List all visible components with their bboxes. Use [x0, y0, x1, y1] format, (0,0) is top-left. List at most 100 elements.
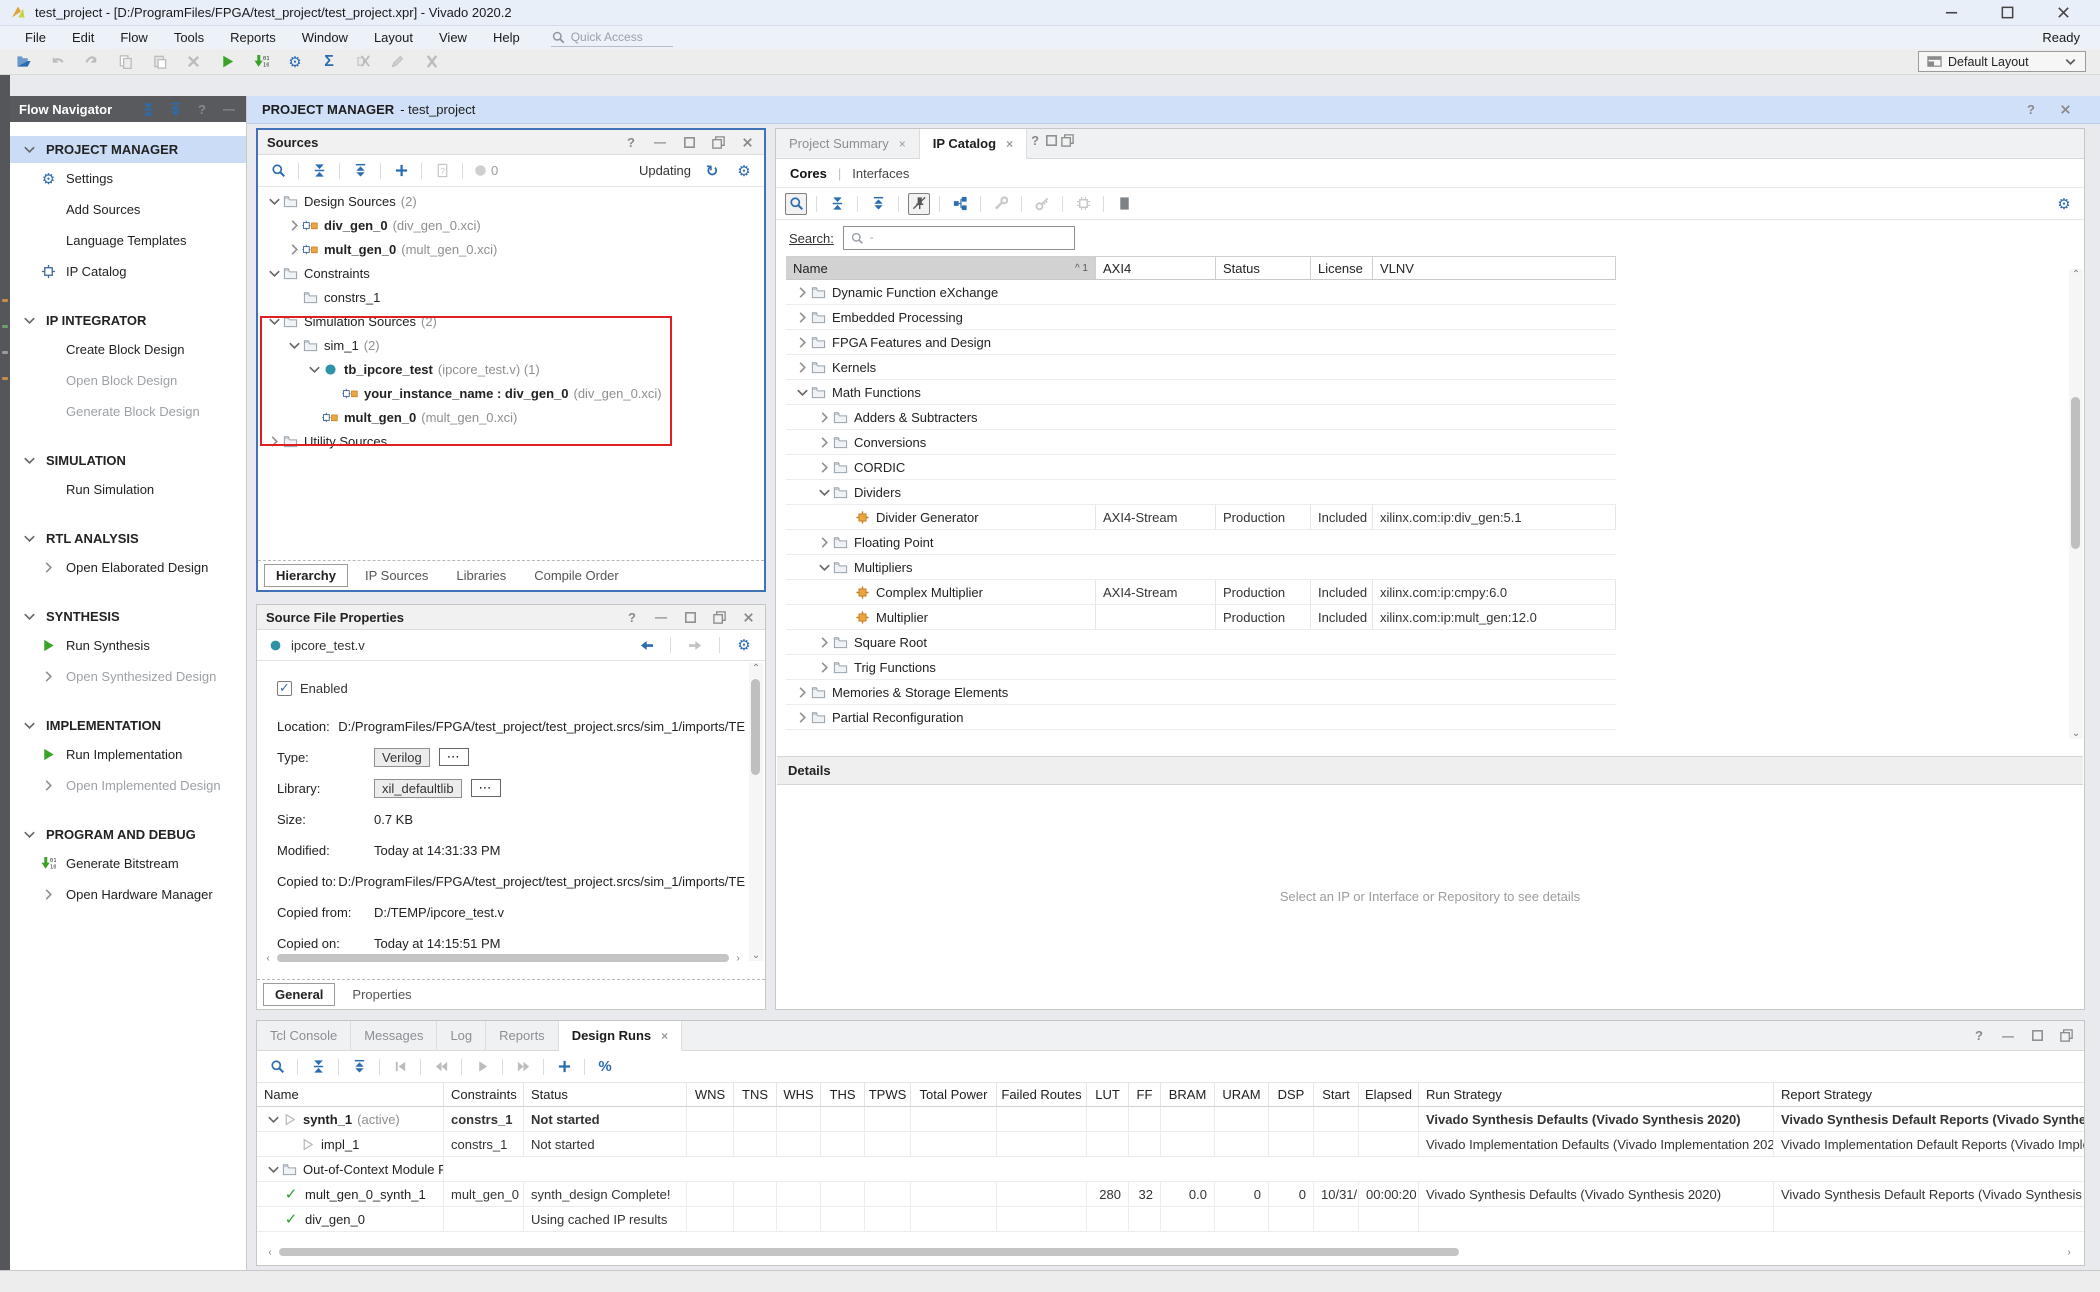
sources-maximize-button[interactable]	[681, 131, 697, 153]
ip-row[interactable]: Partial Reconfiguration	[786, 705, 1616, 730]
sfp-close-button[interactable]	[740, 606, 756, 628]
tree-item[interactable]: sim_1(2)	[258, 333, 764, 357]
ip-hierarchy-button[interactable]	[949, 193, 971, 215]
ip-key-button[interactable]	[1031, 193, 1053, 215]
tab-hierarchy[interactable]: Hierarchy	[264, 564, 348, 587]
flow-item-generate-block-design[interactable]: Generate Block Design	[10, 396, 246, 427]
flow-section-project-manager[interactable]: PROJECT MANAGER	[10, 136, 246, 163]
win-min-button[interactable]	[1940, 2, 1962, 24]
runs-expand-button[interactable]	[348, 1056, 370, 1078]
ip-row[interactable]: MultiplierProductionIncludedxilinx.com:i…	[786, 605, 1616, 630]
flow-item-open-synthesized-design[interactable]: Open Synthesized Design	[10, 661, 246, 692]
subtab-interfaces[interactable]: Interfaces	[852, 166, 909, 181]
gear-button[interactable]: ⚙	[284, 51, 306, 73]
flow-section-program-and-debug[interactable]: PROGRAM AND DEBUG	[10, 821, 246, 848]
menu-window[interactable]: Window	[289, 30, 361, 45]
ip-row[interactable]: Square Root	[786, 630, 1616, 655]
minimized-panel-strip[interactable]	[0, 75, 10, 1270]
paste-button[interactable]	[148, 51, 170, 73]
ip-row[interactable]: Dynamic Function eXchange	[786, 280, 1616, 305]
ip-row[interactable]: Divider GeneratorAXI4-StreamProductionIn…	[786, 505, 1616, 530]
flow-item-add-sources[interactable]: Add Sources	[10, 194, 246, 225]
tab-properties[interactable]: Properties	[341, 984, 422, 1005]
sources-float-button[interactable]	[710, 131, 726, 153]
flow-item-run-synthesis[interactable]: Run Synthesis	[10, 630, 246, 661]
sfp-settings-button[interactable]: ⚙	[733, 634, 755, 656]
menu-view[interactable]: View	[426, 30, 480, 45]
ip-settings-button[interactable]: ⚙	[2053, 193, 2075, 215]
runs-row[interactable]: ✓div_gen_0Using cached IP results	[257, 1207, 2084, 1232]
browse-button[interactable]: ⋯	[471, 779, 501, 797]
column-header-failed_routes[interactable]: Failed Routes	[997, 1083, 1087, 1106]
column-header-license[interactable]: License	[1311, 257, 1373, 279]
column-header-tns[interactable]: TNS	[734, 1083, 777, 1106]
column-header-ff[interactable]: FF	[1129, 1083, 1161, 1106]
runs-percent-button[interactable]: %	[594, 1056, 616, 1078]
pencil-button[interactable]	[386, 51, 408, 73]
column-header-report_strategy[interactable]: Report Strategy	[1774, 1083, 2084, 1106]
tab-ip-catalog[interactable]: IP Catalog×	[920, 129, 1027, 159]
ip-row[interactable]: Trig Functions	[786, 655, 1616, 680]
sources-settings-button[interactable]: ⚙	[733, 160, 755, 182]
tree-item[interactable]: constrs_1	[258, 285, 764, 309]
tab-close-icon[interactable]: ×	[1006, 137, 1013, 151]
column-header-uram[interactable]: URAM	[1215, 1083, 1269, 1106]
tab-reports[interactable]: Reports	[486, 1021, 559, 1050]
forward-button[interactable]	[684, 634, 706, 656]
ip-row[interactable]: Complex MultiplierAXI4-StreamProductionI…	[786, 580, 1616, 605]
tree-item[interactable]: Constraints	[258, 261, 764, 285]
tree-item[interactable]: Design Sources(2)	[258, 189, 764, 213]
runs-horizontal-scrollbar[interactable]: ‹ ›	[263, 1245, 2076, 1259]
open-project-button[interactable]	[12, 51, 34, 73]
tree-item[interactable]: Utility Sources	[258, 429, 764, 453]
sources-help-button[interactable]: ?	[623, 131, 639, 153]
delete-x-button[interactable]	[182, 51, 204, 73]
menu-reports[interactable]: Reports	[217, 30, 289, 45]
runs-row[interactable]: Out-of-Context Module Runs	[257, 1157, 2084, 1182]
enabled-checkbox[interactable]: ✓	[277, 681, 292, 696]
column-header-name[interactable]: Name	[257, 1083, 444, 1106]
tree-item[interactable]: your_instance_name : div_gen_0(div_gen_0…	[258, 381, 764, 405]
ip-row[interactable]: CORDIC	[786, 455, 1616, 480]
ip-search-input[interactable]: -	[843, 226, 1075, 250]
menu-edit[interactable]: Edit	[59, 30, 107, 45]
fn-minimize-button[interactable]: —	[221, 98, 237, 120]
fn-expand-button[interactable]	[167, 98, 183, 120]
column-header-dsp[interactable]: DSP	[1269, 1083, 1314, 1106]
runs-float-button[interactable]	[2058, 1025, 2074, 1047]
ipcat-float-button[interactable]	[1059, 129, 1075, 151]
tree-item[interactable]: Simulation Sources(2)	[258, 309, 764, 333]
ip-pin-slash-button[interactable]	[908, 193, 930, 215]
flow-item-open-implemented-design[interactable]: Open Implemented Design	[10, 770, 246, 801]
tab-log[interactable]: Log	[437, 1021, 486, 1050]
fn-help-button[interactable]: ?	[194, 98, 210, 120]
flow-item-language-templates[interactable]: Language Templates	[10, 225, 246, 256]
column-header-status[interactable]: Status	[1216, 257, 1311, 279]
flow-item-create-block-design[interactable]: Create Block Design	[10, 334, 246, 365]
sources-collapse-button[interactable]	[308, 160, 330, 182]
menu-help[interactable]: Help	[480, 30, 533, 45]
flow-section-synthesis[interactable]: SYNTHESIS	[10, 603, 246, 630]
cancel-x-button[interactable]	[420, 51, 442, 73]
runs-prev-button[interactable]	[430, 1056, 452, 1078]
sfp-float-button[interactable]	[711, 606, 727, 628]
sfp-minimize-button[interactable]: —	[653, 606, 669, 628]
sources-doc-question-button[interactable]: ?	[431, 160, 453, 182]
refresh-button[interactable]: ↻	[701, 160, 723, 182]
ip-collapse-button[interactable]	[826, 193, 848, 215]
synth-x-button[interactable]	[352, 51, 374, 73]
tab-project-summary[interactable]: Project Summary×	[776, 129, 920, 158]
ip-row[interactable]: Multipliers	[786, 555, 1616, 580]
flow-item-open-elaborated-design[interactable]: Open Elaborated Design	[10, 552, 246, 583]
ip-row[interactable]: Embedded Processing	[786, 305, 1616, 330]
bitstream-button[interactable]: 0110	[250, 51, 272, 73]
flow-item-open-hardware-manager[interactable]: Open Hardware Manager	[10, 879, 246, 910]
tab-libraries[interactable]: Libraries	[445, 565, 517, 586]
undo-button[interactable]	[46, 51, 68, 73]
tab-messages[interactable]: Messages	[351, 1021, 437, 1050]
ip-row[interactable]: Conversions	[786, 430, 1616, 455]
column-header-lut[interactable]: LUT	[1087, 1083, 1129, 1106]
sfp-vertical-scrollbar[interactable]: ⌃ ⌄	[749, 663, 763, 961]
column-header-vlnv[interactable]: VLNV	[1373, 257, 1616, 279]
tab-ip-sources[interactable]: IP Sources	[354, 565, 439, 586]
